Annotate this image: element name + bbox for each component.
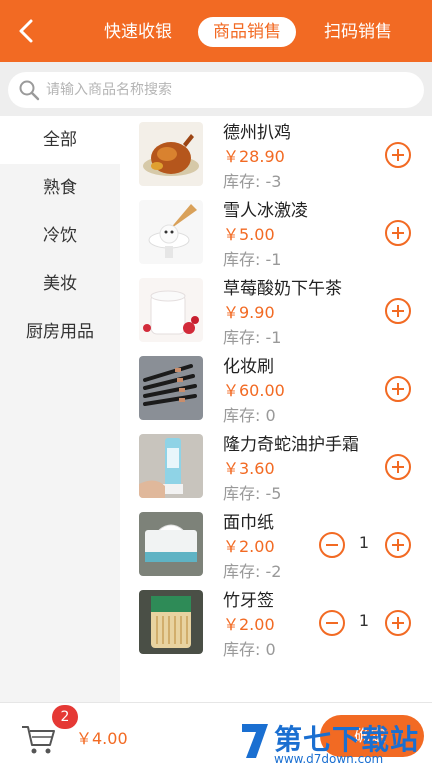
product-price: ￥2.00 — [223, 615, 275, 634]
tab-product-sales[interactable]: 商品销售 — [198, 17, 296, 47]
product-item: 草莓酸奶下午茶 ￥9.90 库存: -1 — [120, 272, 432, 350]
product-item: 隆力奇蛇油护手霜 ￥3.60 库存: -5 — [120, 428, 432, 506]
product-item: 化妆刷 ￥60.00 库存: 0 — [120, 350, 432, 428]
product-price: ￥28.90 — [223, 147, 285, 166]
product-stock: 库存: 0 — [223, 406, 276, 425]
search-input[interactable] — [46, 72, 406, 108]
category-sidebar: 全部 熟食 冷饮 美妆 厨房用品 — [0, 116, 120, 702]
product-name: 草莓酸奶下午茶 — [223, 279, 342, 299]
plus-circle-icon[interactable] — [384, 219, 412, 247]
product-stock: 库存: -1 — [223, 328, 282, 347]
product-item: 面巾纸 ￥2.00 库存: -2 1 — [120, 506, 432, 584]
minus-circle-icon[interactable] — [318, 531, 346, 559]
product-image-hand-cream — [139, 434, 203, 498]
cart-count-badge: 2 — [52, 705, 78, 729]
watermark-logo-icon — [242, 724, 268, 758]
search-box[interactable] — [8, 72, 424, 108]
product-image-ice-cream — [139, 200, 203, 264]
product-image-tissues — [139, 512, 203, 576]
minus-circle-icon[interactable] — [318, 609, 346, 637]
category-item-cold-drinks[interactable]: 冷饮 — [0, 212, 120, 260]
product-price: ￥3.60 — [223, 459, 275, 478]
product-item: 竹牙签 ￥2.00 库存: 0 1 — [120, 584, 432, 662]
product-name: 竹牙签 — [223, 591, 274, 611]
product-price: ￥2.00 — [223, 537, 275, 556]
plus-circle-icon[interactable] — [384, 453, 412, 481]
plus-circle-icon[interactable] — [384, 297, 412, 325]
product-stock: 库存: -5 — [223, 484, 282, 503]
shopping-cart-icon[interactable] — [20, 721, 56, 755]
total-amount: ￥4.00 — [76, 729, 128, 748]
plus-circle-icon[interactable] — [384, 531, 412, 559]
category-item-all[interactable]: 全部 — [0, 116, 120, 164]
chevron-left-icon — [19, 19, 33, 43]
watermark: 第七下载站 www.d7down.com — [238, 716, 430, 768]
product-name: 面巾纸 — [223, 513, 274, 533]
product-stock: 库存: 0 — [223, 640, 276, 659]
tab-scan-sales[interactable]: 扫码销售 — [312, 17, 404, 47]
product-item: 雪人冰激凌 ￥5.00 库存: -1 — [120, 194, 432, 272]
back-button[interactable] — [10, 14, 44, 48]
search-icon — [19, 80, 40, 101]
product-stock: 库存: -1 — [223, 250, 282, 269]
quantity-value: 1 — [358, 533, 370, 552]
product-stock: 库存: -3 — [223, 172, 282, 191]
category-item-kitchenware[interactable]: 厨房用品 — [0, 308, 120, 356]
product-name: 雪人冰激凌 — [223, 201, 308, 221]
product-list: 德州扒鸡 ￥28.90 库存: -3 雪人冰激凌 ￥5.00 库存: -1 草莓… — [120, 116, 432, 702]
product-name: 德州扒鸡 — [223, 123, 291, 143]
search-bar — [0, 62, 432, 116]
top-bar: 快速收银 商品销售 扫码销售 — [0, 0, 432, 62]
product-name: 隆力奇蛇油护手霜 — [223, 435, 359, 455]
product-item: 德州扒鸡 ￥28.90 库存: -3 — [120, 116, 432, 194]
category-item-beauty[interactable]: 美妆 — [0, 260, 120, 308]
product-image-makeup-brush — [139, 356, 203, 420]
plus-circle-icon[interactable] — [384, 609, 412, 637]
tab-quick-checkout[interactable]: 快速收银 — [92, 17, 184, 47]
watermark-url: www.d7down.com — [274, 752, 384, 766]
plus-circle-icon[interactable] — [384, 375, 412, 403]
product-price: ￥60.00 — [223, 381, 285, 400]
quantity-value: 1 — [358, 611, 370, 630]
category-item-cooked-food[interactable]: 熟食 — [0, 164, 120, 212]
product-name: 化妆刷 — [223, 357, 274, 377]
product-image-toothpicks — [139, 590, 203, 654]
product-price: ￥9.90 — [223, 303, 275, 322]
product-image-roast-chicken — [139, 122, 203, 186]
product-image-yogurt — [139, 278, 203, 342]
product-price: ￥5.00 — [223, 225, 275, 244]
product-stock: 库存: -2 — [223, 562, 282, 581]
plus-circle-icon[interactable] — [384, 141, 412, 169]
